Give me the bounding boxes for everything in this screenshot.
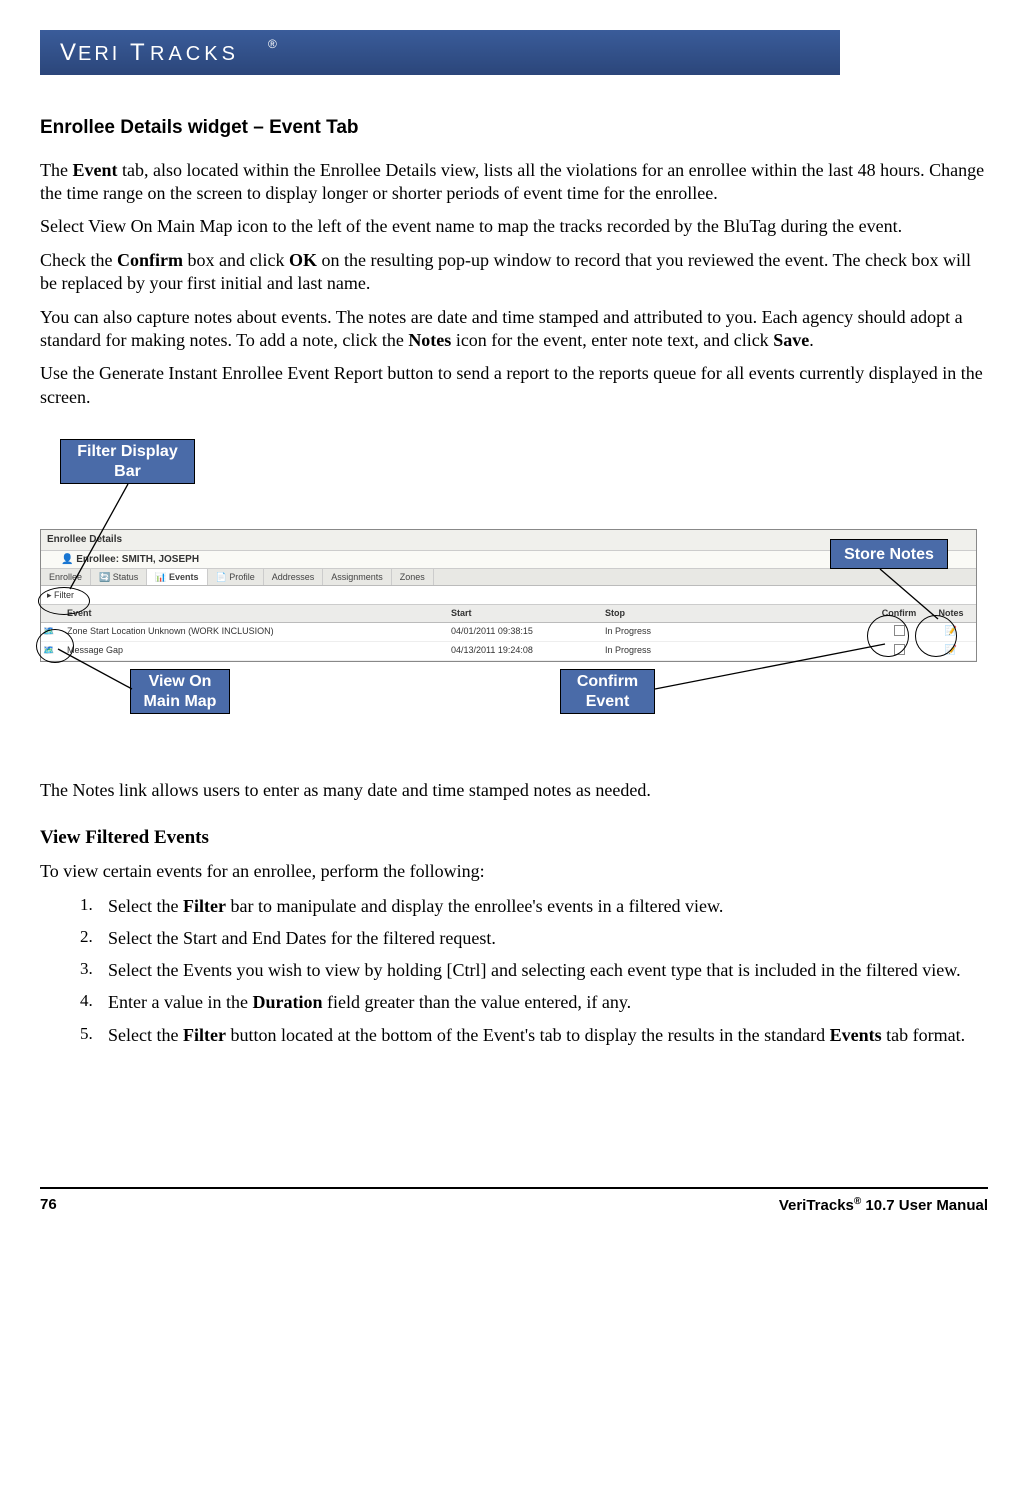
- list-number: 4.: [80, 990, 108, 1014]
- text: The: [40, 160, 72, 180]
- view-on-map-icon[interactable]: 🗺️: [41, 642, 65, 660]
- cell: Message Gap: [65, 642, 449, 660]
- tab-events[interactable]: 📊 Events: [147, 569, 207, 585]
- svg-text:®: ®: [268, 37, 277, 51]
- paragraph: Select View On Main Map icon to the left…: [40, 215, 988, 238]
- list-item: 5. Select the Filter button located at t…: [80, 1023, 988, 1047]
- text: .: [809, 330, 814, 350]
- ordered-list: 1. Select the Filter bar to manipulate a…: [80, 894, 988, 1047]
- bold-text: Events: [830, 1025, 882, 1045]
- callout-store-notes: Store Notes: [830, 539, 948, 569]
- bold-text: OK: [289, 250, 317, 270]
- grid-header: Event Start Stop Confirm Notes: [41, 605, 976, 622]
- footer-title: VeriTracks® 10.7 User Manual: [779, 1195, 988, 1216]
- table-row: 🗺️ Message Gap 04/13/2011 19:24:08 In Pr…: [41, 642, 976, 661]
- text: Enter a value in the: [108, 992, 252, 1012]
- notes-icon[interactable]: 📝: [945, 625, 957, 639]
- svg-text:T: T: [130, 39, 148, 66]
- svg-text:V: V: [60, 39, 79, 66]
- paragraph: The Notes link allows users to enter as …: [40, 779, 988, 802]
- paragraph: Check the Confirm box and click OK on th…: [40, 249, 988, 296]
- bold-text: Filter: [183, 1025, 226, 1045]
- text: Status: [113, 572, 139, 582]
- text: VeriTracks: [779, 1197, 854, 1214]
- page-number: 76: [40, 1195, 57, 1216]
- text: icon for the event, enter note text, and…: [451, 330, 773, 350]
- callout-view-on-main-map: View On Main Map: [130, 669, 230, 714]
- list-number: 2.: [80, 926, 108, 950]
- tab-bar: Enrollee 🔄 Status 📊 Events 📄 Profile Add…: [41, 569, 976, 586]
- text: tab, also located within the Enrollee De…: [40, 160, 984, 203]
- paragraph: Use the Generate Instant Enrollee Event …: [40, 362, 988, 409]
- bold-text: Save: [773, 330, 809, 350]
- list-item: 1. Select the Filter bar to manipulate a…: [80, 894, 988, 918]
- col-event: Event: [65, 605, 449, 621]
- text: Filter: [54, 590, 74, 600]
- text: button located at the bottom of the Even…: [226, 1025, 830, 1045]
- col-notes: Notes: [926, 605, 976, 621]
- bold-text: Event: [72, 160, 117, 180]
- bold-text: Filter: [183, 896, 226, 916]
- view-on-map-icon[interactable]: 🗺️: [41, 623, 65, 641]
- text: Select the: [108, 1025, 183, 1045]
- list-number: 5.: [80, 1023, 108, 1047]
- confirm-checkbox[interactable]: [894, 625, 905, 636]
- tab-profile[interactable]: 📄 Profile: [208, 569, 264, 585]
- paragraph: The Event tab, also located within the E…: [40, 159, 988, 206]
- paragraph: To view certain events for an enrollee, …: [40, 860, 988, 883]
- annotated-screenshot: Enrollee Details 👤 Enrollee: SMITH, JOSE…: [40, 439, 988, 759]
- svg-text:RACKS: RACKS: [150, 43, 239, 65]
- text: field greater than the value entered, if…: [322, 992, 631, 1012]
- text: Select the: [108, 896, 183, 916]
- cell: In Progress: [603, 642, 777, 660]
- list-item: 4. Enter a value in the Duration field g…: [80, 990, 988, 1014]
- bold-text: Duration: [252, 992, 322, 1012]
- list-number: 1.: [80, 894, 108, 918]
- tab-enrollee[interactable]: Enrollee: [41, 569, 91, 585]
- text: Check the: [40, 250, 117, 270]
- text: Profile: [229, 572, 255, 582]
- notes-icon[interactable]: 📝: [945, 644, 957, 658]
- brand-banner: V ERI T RACKS ®: [40, 30, 840, 75]
- svg-text:ERI: ERI: [78, 43, 120, 65]
- text: 10.7 User Manual: [861, 1197, 988, 1214]
- page-title: Enrollee Details widget – Event Tab: [40, 115, 988, 141]
- cell: Zone Start Location Unknown (WORK INCLUS…: [65, 623, 449, 641]
- text: Select the Events you wish to view by ho…: [108, 958, 988, 982]
- callout-filter-display-bar: Filter Display Bar: [60, 439, 195, 484]
- tab-zones[interactable]: Zones: [392, 569, 434, 585]
- cell: 04/13/2011 19:24:08: [449, 642, 603, 660]
- text: Events: [169, 572, 199, 582]
- col-start: Start: [449, 605, 603, 621]
- tab-status[interactable]: 🔄 Status: [91, 569, 147, 585]
- cell: 04/01/2011 09:38:15: [449, 623, 603, 641]
- filter-bar[interactable]: ▸ Filter: [41, 586, 976, 605]
- list-item: 3. Select the Events you wish to view by…: [80, 958, 988, 982]
- list-number: 3.: [80, 958, 108, 982]
- text: bar to manipulate and display the enroll…: [226, 896, 723, 916]
- cell: In Progress: [603, 623, 777, 641]
- subheading: View Filtered Events: [40, 825, 988, 851]
- page-footer: 76 VeriTracks® 10.7 User Manual: [40, 1187, 988, 1216]
- paragraph: You can also capture notes about events.…: [40, 306, 988, 353]
- callout-confirm-event: Confirm Event: [560, 669, 655, 714]
- text: Enrollee: SMITH, JOSEPH: [76, 554, 199, 565]
- text: box and click: [183, 250, 289, 270]
- tab-addresses[interactable]: Addresses: [264, 569, 324, 585]
- col-stop: Stop: [603, 605, 777, 621]
- list-item: 2. Select the Start and End Dates for th…: [80, 926, 988, 950]
- col-confirm: Confirm: [872, 605, 926, 621]
- tab-assignments[interactable]: Assignments: [323, 569, 392, 585]
- text: tab format.: [882, 1025, 965, 1045]
- text: Select the Start and End Dates for the f…: [108, 926, 988, 950]
- confirm-checkbox[interactable]: [894, 644, 905, 655]
- bold-text: Confirm: [117, 250, 183, 270]
- bold-text: Notes: [408, 330, 451, 350]
- table-row: 🗺️ Zone Start Location Unknown (WORK INC…: [41, 623, 976, 642]
